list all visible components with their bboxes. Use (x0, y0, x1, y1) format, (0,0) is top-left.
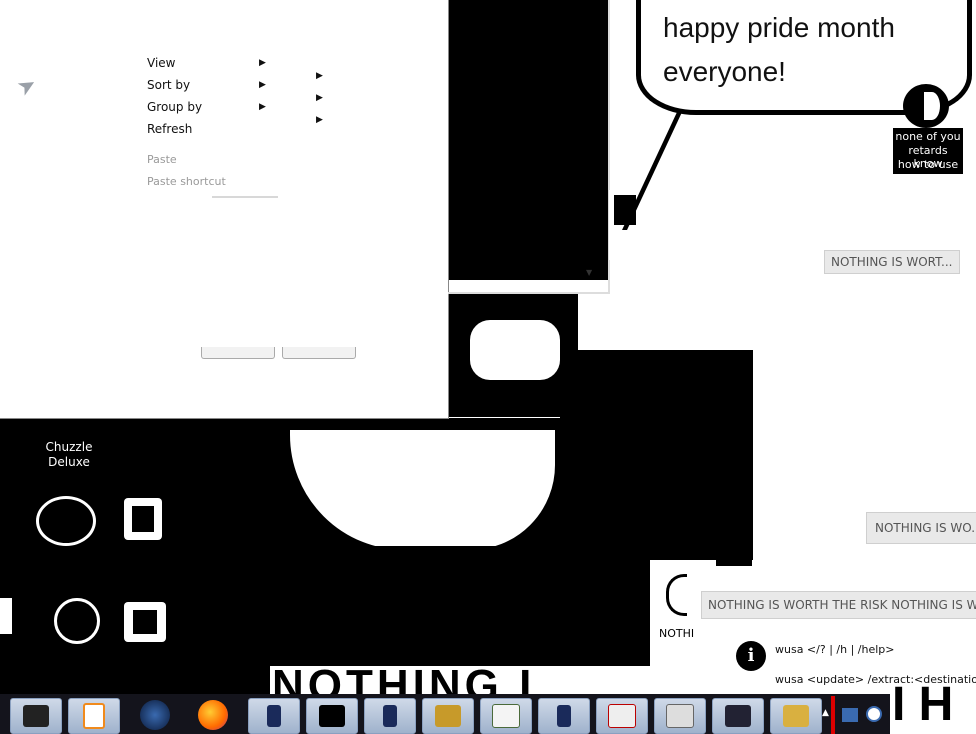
art-face-white (470, 320, 560, 380)
submenu-arrow-icon: ▶ (259, 80, 266, 90)
menu-item-paste-shortcut-label: Paste shortcut (147, 175, 226, 188)
terminal-icon (319, 705, 345, 727)
desktop-icon-2-inner (132, 506, 154, 532)
taskbar-button-explorer[interactable] (10, 698, 62, 734)
desktop-icon-4-inner (133, 610, 157, 634)
submenu-arrow-icon: ▶ (316, 71, 323, 81)
menu-item-view-label: View (147, 56, 176, 70)
art-lower-black (210, 546, 650, 666)
globe-icon[interactable] (140, 700, 170, 730)
document-icon (492, 704, 520, 728)
bubble-line-1: happy pride month (663, 12, 895, 43)
taskbar-button-box[interactable] (422, 698, 474, 734)
tray-icon[interactable] (842, 708, 858, 722)
tray-up-arrow-icon[interactable]: ▲ (822, 708, 829, 718)
chuzzle-line-1: Chuzzle (45, 440, 93, 454)
submenu-arrow-icon: ▶ (259, 58, 266, 68)
circle-logo-notch (924, 92, 940, 120)
menu-item-group-by[interactable]: Group by (147, 100, 202, 114)
taskbar-button-document[interactable] (480, 698, 532, 734)
tray-separator (831, 696, 835, 734)
ok-button[interactable] (201, 347, 275, 359)
window-icon (383, 705, 397, 727)
menu-item-group-by-label: Group by (147, 100, 203, 114)
cursor-icon: ➤ (12, 71, 42, 102)
tooltip-nothing-1: NOTHING IS WORT... (824, 250, 960, 274)
desktop-icon-1[interactable] (36, 496, 96, 546)
window-icon (557, 705, 571, 727)
taskbar-button-window-3[interactable] (538, 698, 590, 734)
window-icon (267, 705, 281, 727)
cancel-button[interactable] (282, 347, 356, 359)
caption-line-3: how to use (897, 158, 959, 171)
desktop-icon-3[interactable] (54, 598, 100, 644)
info-line-1: wusa </? | /h | /help> (775, 643, 895, 656)
caption-line-1: none of you (895, 130, 961, 143)
nothing-fragment: NOTHI (659, 627, 695, 640)
desktop-icon-chuzzle-label[interactable]: Chuzzle Deluxe (34, 440, 104, 470)
submenu-arrow-icon: ▶ (259, 102, 266, 112)
display-icon (725, 705, 751, 727)
background-window-frame (448, 0, 610, 294)
art-right-strip (640, 390, 700, 560)
menu-item-paste-label: Paste (147, 153, 177, 166)
firefox-icon[interactable] (198, 700, 228, 730)
taskbar-button-display[interactable] (712, 698, 764, 734)
taskbar-button-archive[interactable] (654, 698, 706, 734)
recorder-icon (608, 704, 636, 728)
media-player-icon (83, 703, 105, 729)
taskbar-button-books[interactable] (770, 698, 822, 734)
menu-item-sort-by[interactable]: Sort by (147, 78, 190, 92)
squiggle (666, 574, 687, 616)
info-icon: i (736, 641, 766, 671)
big-letter-n: N (704, 421, 752, 495)
bubble-line-2: everyone! (663, 56, 786, 87)
taskbar-button-media[interactable] (68, 698, 120, 734)
menu-item-sort-by-label: Sort by (147, 78, 191, 92)
tooltip-nothing-2: NOTHING IS WO... (866, 512, 976, 544)
art-n-stem (716, 506, 752, 566)
archive-icon (666, 704, 694, 728)
ghost-text-line (212, 196, 278, 198)
art-right-letters: I H (892, 678, 954, 731)
desktop-context-menu-window: ➤ View Sort by Group by Refresh ▶ ▶ ▶ ▶ … (0, 0, 449, 419)
desktop-icon-5[interactable] (0, 598, 12, 634)
bubble-tail (622, 110, 743, 230)
submenu-arrow-icon: ▶ (316, 93, 323, 103)
taskbar-button-window-1[interactable] (248, 698, 300, 734)
menu-item-paste-shortcut: Paste shortcut (147, 175, 226, 188)
art-bottom-letters: NOTHING I (272, 664, 536, 694)
tooltip-nothing-3: NOTHING IS WORTH THE RISK NOTHING IS WOR… (701, 591, 976, 619)
explorer-icon (23, 705, 49, 727)
dropdown-arrow-icon[interactable]: ▼ (586, 268, 592, 277)
box-game-icon (435, 705, 461, 727)
menu-item-refresh[interactable]: Refresh (147, 122, 192, 136)
chuzzle-line-2: Deluxe (48, 455, 90, 469)
menu-item-paste: Paste (147, 153, 177, 166)
taskbar-button-terminal[interactable] (306, 698, 358, 734)
taskbar-button-recorder[interactable] (596, 698, 648, 734)
taskbar-button-window-2[interactable] (364, 698, 416, 734)
submenu-arrow-icon: ▶ (316, 115, 323, 125)
menu-item-view[interactable]: View (147, 56, 175, 70)
books-icon (783, 705, 809, 727)
menu-item-refresh-label: Refresh (147, 122, 193, 136)
tray-shield-icon[interactable] (866, 706, 882, 722)
